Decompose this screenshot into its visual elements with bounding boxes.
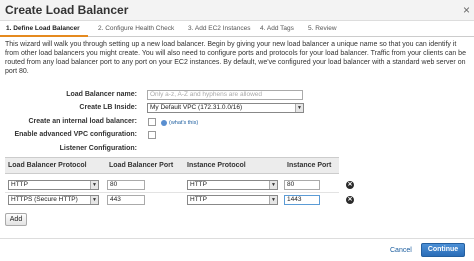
row2-instance-port-input[interactable]: 1443 xyxy=(284,195,320,205)
tab-add-tags[interactable]: 4. Add Tags xyxy=(260,25,294,32)
chevron-down-icon: ▼ xyxy=(295,104,303,112)
row1-instance-protocol-value: HTTP xyxy=(190,181,207,188)
row1-instance-port-input[interactable]: 80 xyxy=(284,180,320,190)
chevron-down-icon: ▼ xyxy=(90,181,98,189)
lb-inside-value: My Default VPC (172.31.0.0/16) xyxy=(150,104,243,111)
header-instance-port: Instance Port xyxy=(287,162,332,169)
continue-button[interactable]: Continue xyxy=(421,243,465,257)
row-divider xyxy=(5,192,339,193)
lb-name-input[interactable]: Only a-z, A-Z and hyphens are allowed xyxy=(147,90,303,100)
lb-inside-label: Create LB Inside: xyxy=(79,104,137,111)
cancel-link[interactable]: Cancel xyxy=(390,247,412,254)
tab-review[interactable]: 5. Review xyxy=(308,25,337,32)
whats-this-link[interactable]: (what's this) xyxy=(169,120,198,126)
remove-row-icon[interactable]: ✕ xyxy=(346,196,354,204)
advanced-vpc-label: Enable advanced VPC configuration: xyxy=(14,131,137,138)
active-tab-indicator xyxy=(0,35,88,37)
wizard-steps: 1. Define Load Balancer 2. Configure Hea… xyxy=(0,22,474,37)
dialog-header: Create Load Balancer × xyxy=(0,0,474,21)
row2-lb-protocol-select[interactable]: HTTPS (Secure HTTP) ▼ xyxy=(8,195,99,205)
table-header: Load Balancer Protocol Load Balancer Por… xyxy=(5,157,339,174)
chevron-down-icon: ▼ xyxy=(90,196,98,204)
advanced-vpc-checkbox[interactable] xyxy=(148,131,156,139)
chevron-down-icon: ▼ xyxy=(269,196,277,204)
header-lb-protocol: Load Balancer Protocol xyxy=(8,162,87,169)
row1-instance-protocol-select[interactable]: HTTP ▼ xyxy=(187,180,278,190)
listener-table: Load Balancer Protocol Load Balancer Por… xyxy=(5,157,339,208)
add-listener-button[interactable]: Add xyxy=(5,213,27,226)
listener-config-label: Listener Configuration: xyxy=(59,145,137,152)
row1-lb-port-input[interactable]: 80 xyxy=(107,180,145,190)
header-instance-protocol: Instance Protocol xyxy=(187,162,246,169)
wizard-description: This wizard will walk you through settin… xyxy=(5,41,466,75)
dialog-title: Create Load Balancer xyxy=(5,3,129,17)
chevron-down-icon: ▼ xyxy=(269,181,277,189)
internal-lb-label: Create an internal load balancer: xyxy=(28,118,137,125)
row2-lb-protocol-value: HTTPS (Secure HTTP) xyxy=(11,196,78,203)
tab-define-load-balancer[interactable]: 1. Define Load Balancer xyxy=(6,25,80,32)
row1-lb-protocol-select[interactable]: HTTP ▼ xyxy=(8,180,99,190)
internal-lb-checkbox[interactable] xyxy=(148,118,156,126)
row2-instance-protocol-select[interactable]: HTTP ▼ xyxy=(187,195,278,205)
header-lb-port: Load Balancer Port xyxy=(109,162,174,169)
tab-configure-health-check[interactable]: 2. Configure Health Check xyxy=(98,25,174,32)
lb-name-label: Load Balancer name: xyxy=(66,91,137,98)
tab-add-ec2-instances[interactable]: 3. Add EC2 Instances xyxy=(188,25,251,32)
remove-row-icon[interactable]: ✕ xyxy=(346,181,354,189)
row1-lb-protocol-value: HTTP xyxy=(11,181,28,188)
row2-instance-protocol-value: HTTP xyxy=(190,196,207,203)
info-icon xyxy=(161,120,167,126)
close-icon[interactable]: × xyxy=(463,3,470,17)
footer-divider xyxy=(0,238,474,239)
row2-lb-port-input[interactable]: 443 xyxy=(107,195,145,205)
lb-inside-select[interactable]: My Default VPC (172.31.0.0/16) ▼ xyxy=(147,103,304,113)
